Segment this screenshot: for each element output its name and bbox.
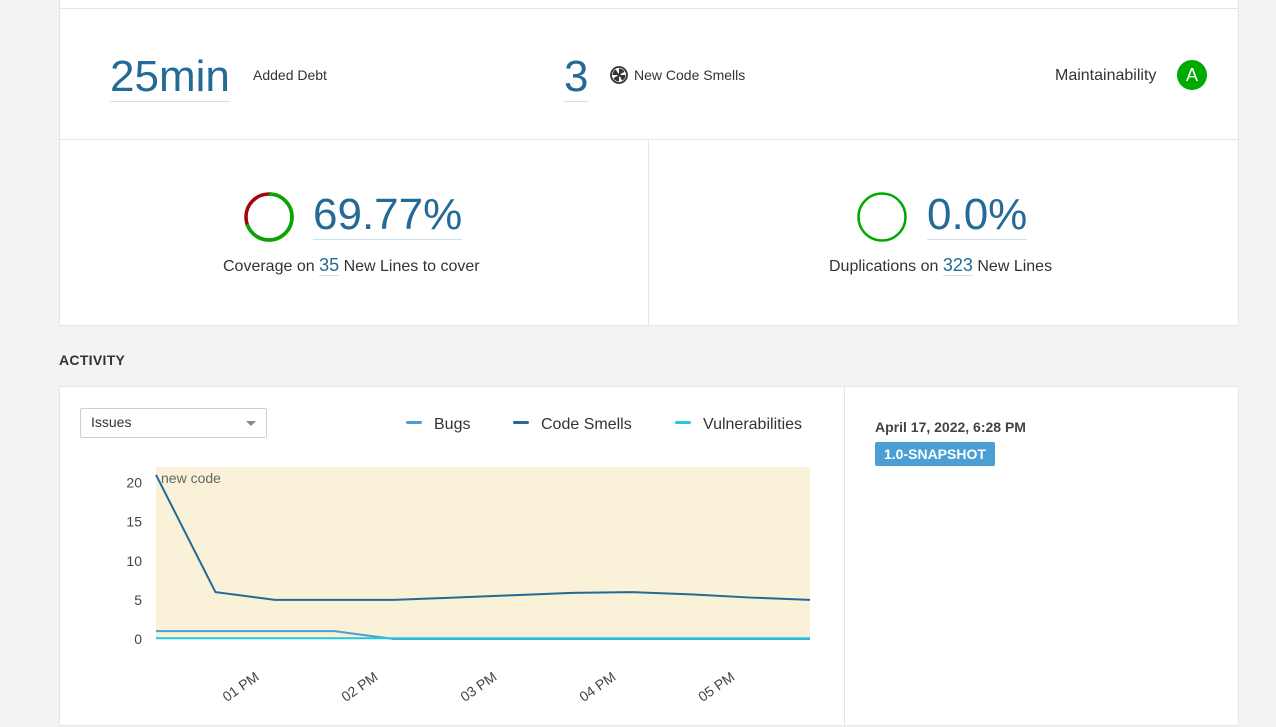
legend-code-smells-swatch <box>513 421 529 425</box>
new-code-area <box>156 467 810 639</box>
code-smells-value[interactable]: 3 <box>564 55 589 102</box>
legend-bugs-label: Bugs <box>434 416 471 433</box>
duplications-panel: 0.0% Duplications on 323 New Lines <box>648 139 1239 326</box>
coverage-panel: 69.77% Coverage on 35 New Lines to cover <box>59 139 649 326</box>
coverage-value[interactable]: 69.77% <box>313 193 463 240</box>
legend-vulnerabilities-label: Vulnerabilities <box>703 416 803 433</box>
legend-bugs-swatch <box>406 421 422 425</box>
activity-heading: ACTIVITY <box>59 352 126 368</box>
duplications-ring-icon <box>856 191 908 243</box>
legend-bugs[interactable]: Bugs <box>406 416 470 434</box>
legend-vulnerabilities-swatch <box>675 421 691 425</box>
code-smells-label: New Code Smells <box>634 67 746 83</box>
maintainability-label: Maintainability <box>1055 67 1157 84</box>
maintainability-rating-badge[interactable]: A <box>1177 60 1207 90</box>
x-tick-label: 05 PM <box>695 668 737 702</box>
y-tick-label: 20 <box>126 475 142 491</box>
added-debt-label: Added Debt <box>253 67 327 83</box>
chevron-down-icon <box>246 421 256 426</box>
y-tick-label: 15 <box>126 514 142 530</box>
snapshot-date: April 17, 2022, 6:28 PM <box>875 419 1026 435</box>
new-code-label: new code <box>161 470 221 486</box>
legend-code-smells[interactable]: Code Smells <box>513 416 632 434</box>
legend-code-smells-label: Code Smells <box>541 416 632 433</box>
y-tick-label: 0 <box>134 631 142 647</box>
y-tick-label: 10 <box>126 553 142 569</box>
duplications-lines-link[interactable]: 323 <box>942 255 973 276</box>
metric-select-value: Issues <box>91 414 132 430</box>
x-tick-label: 02 PM <box>338 668 380 702</box>
duplications-value[interactable]: 0.0% <box>927 193 1028 240</box>
duplications-description: Duplications on 323 New Lines <box>829 255 1052 276</box>
activity-panel: Issues Bugs Code Smells Vulnerabilities … <box>59 386 1239 727</box>
legend-vulnerabilities[interactable]: Vulnerabilities <box>675 416 802 434</box>
coverage-donut-icon <box>243 191 295 243</box>
x-tick-label: 04 PM <box>576 668 618 702</box>
issues-chart: new code 0 5 10 15 20 01 PM 02 PM 03 PM 04 PM 05 P… <box>126 467 811 702</box>
debt-panel: 25min Added Debt 3 New Code Smells Maint… <box>59 8 1239 140</box>
metric-select[interactable]: Issues <box>80 408 267 438</box>
x-tick-label: 01 PM <box>219 668 261 702</box>
duplications-ring <box>857 192 907 242</box>
code-smell-icon <box>610 66 628 84</box>
version-badge: 1.0-SNAPSHOT <box>875 442 995 466</box>
duplications-prefix: Duplications on <box>829 258 939 275</box>
coverage-suffix: New Lines to cover <box>343 258 480 275</box>
added-debt-value[interactable]: 25min <box>110 55 230 102</box>
duplications-suffix: New Lines <box>977 258 1053 275</box>
activity-divider <box>844 387 845 727</box>
x-tick-label: 03 PM <box>457 668 499 702</box>
coverage-lines-link[interactable]: 35 <box>319 255 340 276</box>
coverage-description: Coverage on 35 New Lines to cover <box>223 255 480 276</box>
y-tick-label: 5 <box>134 592 142 608</box>
coverage-prefix: Coverage on <box>223 258 315 275</box>
